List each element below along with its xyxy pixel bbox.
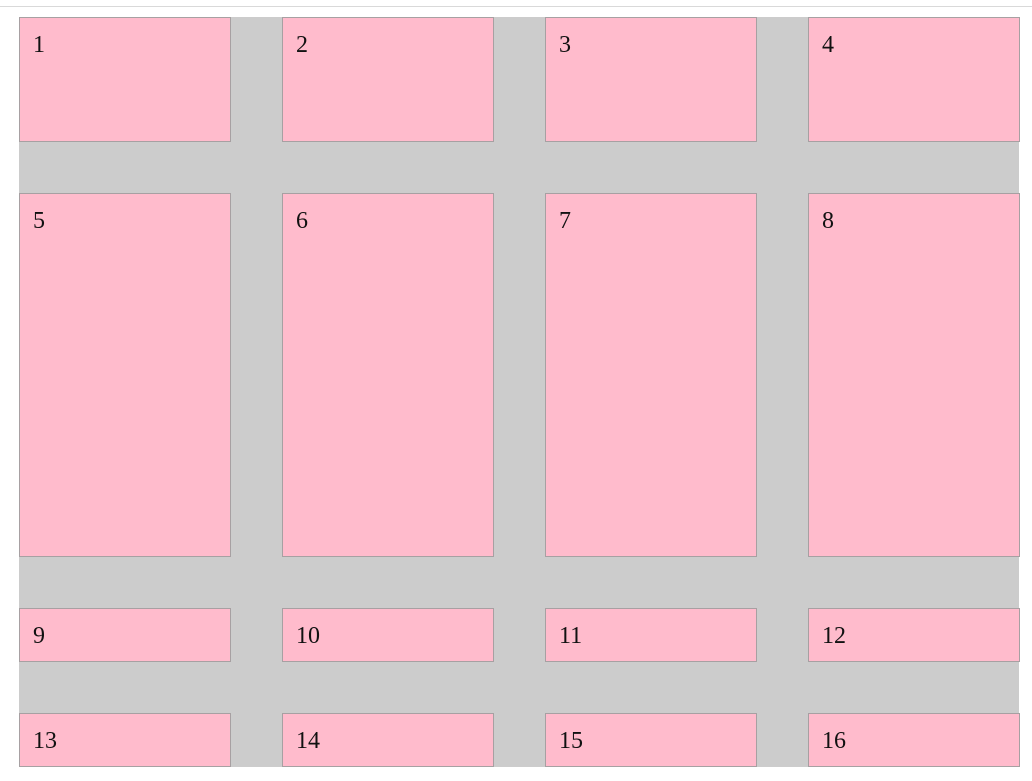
- grid-item-15: 15: [545, 713, 757, 767]
- grid-item-label: 8: [822, 208, 834, 234]
- grid-item-3: 3: [545, 17, 757, 142]
- grid-item-8: 8: [808, 193, 1020, 557]
- grid-item-label: 3: [559, 32, 571, 58]
- grid-item-11: 11: [545, 608, 757, 662]
- grid-container: 1 2 3 4 5 6 7 8 9 10 11 12 13 14 15 16: [19, 17, 1020, 767]
- grid-item-14: 14: [282, 713, 494, 767]
- grid-item-1: 1: [19, 17, 231, 142]
- grid-item-label: 6: [296, 208, 308, 234]
- grid-item-13: 13: [19, 713, 231, 767]
- grid-item-label: 9: [33, 623, 45, 649]
- grid-item-label: 2: [296, 32, 308, 58]
- grid-item-16: 16: [808, 713, 1020, 767]
- grid-item-label: 4: [822, 32, 834, 58]
- grid-item-label: 11: [559, 623, 583, 649]
- grid-item-4: 4: [808, 17, 1020, 142]
- grid-item-10: 10: [282, 608, 494, 662]
- grid-item-6: 6: [282, 193, 494, 557]
- grid-item-label: 5: [33, 208, 45, 234]
- grid-item-12: 12: [808, 608, 1020, 662]
- grid-item-9: 9: [19, 608, 231, 662]
- grid-item-7: 7: [545, 193, 757, 557]
- grid-item-2: 2: [282, 17, 494, 142]
- grid-item-label: 16: [822, 728, 846, 754]
- grid-item-label: 15: [559, 728, 583, 754]
- grid-item-label: 14: [296, 728, 320, 754]
- grid-item-label: 1: [33, 32, 45, 58]
- grid-item-label: 12: [822, 623, 846, 649]
- grid-item-label: 10: [296, 623, 320, 649]
- grid-item-label: 13: [33, 728, 57, 754]
- top-divider: [0, 6, 1032, 7]
- grid-item-5: 5: [19, 193, 231, 557]
- grid-item-label: 7: [559, 208, 571, 234]
